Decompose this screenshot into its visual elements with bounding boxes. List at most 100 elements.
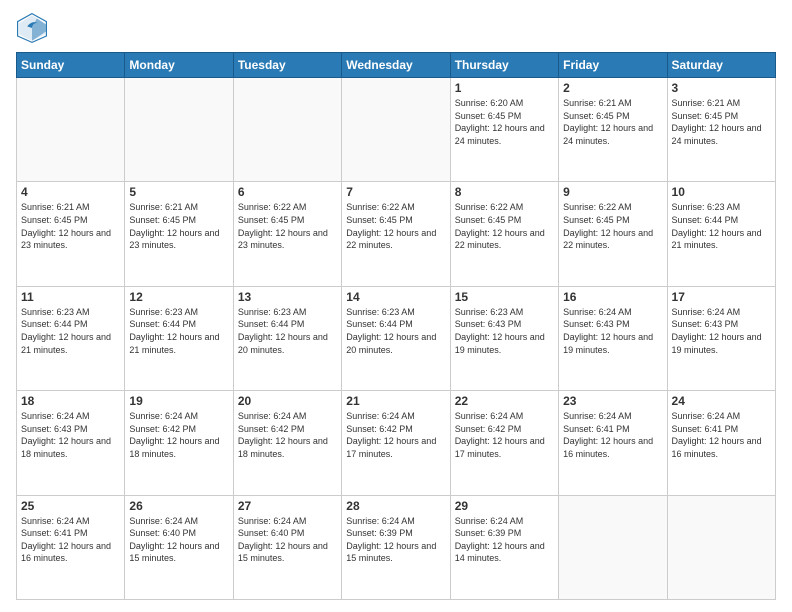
day-info: Sunrise: 6:24 AM Sunset: 6:41 PM Dayligh… (672, 410, 771, 460)
day-number: 7 (346, 185, 445, 199)
day-number: 9 (563, 185, 662, 199)
day-number: 11 (21, 290, 120, 304)
header (16, 12, 776, 44)
day-cell: 14 Sunrise: 6:23 AM Sunset: 6:44 PM Dayli… (342, 286, 450, 390)
day-cell: 23 Sunrise: 6:24 AM Sunset: 6:41 PM Dayli… (559, 391, 667, 495)
day-cell: 29Sunrise: 6:24 AM Sunset: 6:39 PM Dayli… (450, 495, 558, 599)
day-cell: 19 Sunrise: 6:24 AM Sunset: 6:42 PM Dayli… (125, 391, 233, 495)
week-row-3: 11 Sunrise: 6:23 AM Sunset: 6:44 PM Dayli… (17, 286, 776, 390)
day-cell: 4Sunrise: 6:21 AM Sunset: 6:45 PM Daylig… (17, 182, 125, 286)
day-cell: 17 Sunrise: 6:24 AM Sunset: 6:43 PM Dayli… (667, 286, 775, 390)
day-info: Sunrise: 6:21 AM Sunset: 6:45 PM Dayligh… (563, 97, 662, 147)
day-info: Sunrise: 6:23 AM Sunset: 6:44 PM Dayligh… (238, 306, 337, 356)
week-row-1: 1Sunrise: 6:20 AM Sunset: 6:45 PM Daylig… (17, 78, 776, 182)
week-row-4: 18Sunrise: 6:24 AM Sunset: 6:43 PM Dayli… (17, 391, 776, 495)
day-cell: 8 Sunrise: 6:22 AM Sunset: 6:45 PM Daylig… (450, 182, 558, 286)
day-info: Sunrise: 6:24 AM Sunset: 6:41 PM Dayligh… (21, 515, 120, 565)
day-number: 15 (455, 290, 554, 304)
day-cell: 2 Sunrise: 6:21 AM Sunset: 6:45 PM Daylig… (559, 78, 667, 182)
calendar-table: SundayMondayTuesdayWednesdayThursdayFrid… (16, 52, 776, 600)
day-info: Sunrise: 6:21 AM Sunset: 6:45 PM Dayligh… (672, 97, 771, 147)
day-info: Sunrise: 6:23 AM Sunset: 6:44 PM Dayligh… (346, 306, 445, 356)
day-number: 27 (238, 499, 337, 513)
day-number: 5 (129, 185, 228, 199)
logo (16, 12, 52, 44)
day-number: 3 (672, 81, 771, 95)
day-cell: 5 Sunrise: 6:21 AM Sunset: 6:45 PM Daylig… (125, 182, 233, 286)
day-cell: 27Sunrise: 6:24 AM Sunset: 6:40 PM Dayli… (233, 495, 341, 599)
day-number: 1 (455, 81, 554, 95)
day-info: Sunrise: 6:24 AM Sunset: 6:40 PM Dayligh… (129, 515, 228, 565)
day-number: 12 (129, 290, 228, 304)
weekday-header-row: SundayMondayTuesdayWednesdayThursdayFrid… (17, 53, 776, 78)
day-cell (233, 78, 341, 182)
day-info: Sunrise: 6:24 AM Sunset: 6:39 PM Dayligh… (346, 515, 445, 565)
day-number: 10 (672, 185, 771, 199)
weekday-saturday: Saturday (667, 53, 775, 78)
day-cell (17, 78, 125, 182)
day-cell: 25Sunrise: 6:24 AM Sunset: 6:41 PM Dayli… (17, 495, 125, 599)
logo-icon (16, 12, 48, 44)
day-cell: 9 Sunrise: 6:22 AM Sunset: 6:45 PM Daylig… (559, 182, 667, 286)
weekday-monday: Monday (125, 53, 233, 78)
day-cell (342, 78, 450, 182)
day-number: 16 (563, 290, 662, 304)
weekday-friday: Friday (559, 53, 667, 78)
page: SundayMondayTuesdayWednesdayThursdayFrid… (0, 0, 792, 612)
day-info: Sunrise: 6:22 AM Sunset: 6:45 PM Dayligh… (563, 201, 662, 251)
day-info: Sunrise: 6:24 AM Sunset: 6:42 PM Dayligh… (129, 410, 228, 460)
day-cell: 3 Sunrise: 6:21 AM Sunset: 6:45 PM Daylig… (667, 78, 775, 182)
day-cell: 26 Sunrise: 6:24 AM Sunset: 6:40 PM Dayli… (125, 495, 233, 599)
day-cell: 16 Sunrise: 6:24 AM Sunset: 6:43 PM Dayli… (559, 286, 667, 390)
day-info: Sunrise: 6:24 AM Sunset: 6:39 PM Dayligh… (455, 515, 554, 565)
day-info: Sunrise: 6:22 AM Sunset: 6:45 PM Dayligh… (238, 201, 337, 251)
day-cell: 28 Sunrise: 6:24 AM Sunset: 6:39 PM Dayli… (342, 495, 450, 599)
day-info: Sunrise: 6:23 AM Sunset: 6:44 PM Dayligh… (129, 306, 228, 356)
day-number: 21 (346, 394, 445, 408)
day-number: 24 (672, 394, 771, 408)
day-cell: 22 Sunrise: 6:24 AM Sunset: 6:42 PM Dayli… (450, 391, 558, 495)
day-cell (125, 78, 233, 182)
day-number: 14 (346, 290, 445, 304)
day-number: 26 (129, 499, 228, 513)
day-number: 23 (563, 394, 662, 408)
day-cell: 11 Sunrise: 6:23 AM Sunset: 6:44 PM Dayli… (17, 286, 125, 390)
day-info: Sunrise: 6:24 AM Sunset: 6:43 PM Dayligh… (672, 306, 771, 356)
day-cell: 6 Sunrise: 6:22 AM Sunset: 6:45 PM Daylig… (233, 182, 341, 286)
day-number: 6 (238, 185, 337, 199)
day-info: Sunrise: 6:24 AM Sunset: 6:43 PM Dayligh… (563, 306, 662, 356)
weekday-sunday: Sunday (17, 53, 125, 78)
day-number: 8 (455, 185, 554, 199)
day-cell: 10 Sunrise: 6:23 AM Sunset: 6:44 PM Dayli… (667, 182, 775, 286)
weekday-wednesday: Wednesday (342, 53, 450, 78)
day-info: Sunrise: 6:23 AM Sunset: 6:43 PM Dayligh… (455, 306, 554, 356)
day-info: Sunrise: 6:21 AM Sunset: 6:45 PM Dayligh… (21, 201, 120, 251)
week-row-2: 4Sunrise: 6:21 AM Sunset: 6:45 PM Daylig… (17, 182, 776, 286)
day-cell: 12 Sunrise: 6:23 AM Sunset: 6:44 PM Dayli… (125, 286, 233, 390)
day-cell: 24 Sunrise: 6:24 AM Sunset: 6:41 PM Dayli… (667, 391, 775, 495)
day-number: 17 (672, 290, 771, 304)
day-info: Sunrise: 6:24 AM Sunset: 6:42 PM Dayligh… (455, 410, 554, 460)
day-info: Sunrise: 6:24 AM Sunset: 6:43 PM Dayligh… (21, 410, 120, 460)
day-cell: 15 Sunrise: 6:23 AM Sunset: 6:43 PM Dayli… (450, 286, 558, 390)
day-cell: 7 Sunrise: 6:22 AM Sunset: 6:45 PM Daylig… (342, 182, 450, 286)
week-row-5: 25Sunrise: 6:24 AM Sunset: 6:41 PM Dayli… (17, 495, 776, 599)
day-number: 28 (346, 499, 445, 513)
weekday-thursday: Thursday (450, 53, 558, 78)
day-info: Sunrise: 6:22 AM Sunset: 6:45 PM Dayligh… (346, 201, 445, 251)
day-number: 13 (238, 290, 337, 304)
day-cell: 21 Sunrise: 6:24 AM Sunset: 6:42 PM Dayli… (342, 391, 450, 495)
day-number: 20 (238, 394, 337, 408)
day-info: Sunrise: 6:24 AM Sunset: 6:41 PM Dayligh… (563, 410, 662, 460)
day-number: 2 (563, 81, 662, 95)
day-number: 19 (129, 394, 228, 408)
day-info: Sunrise: 6:21 AM Sunset: 6:45 PM Dayligh… (129, 201, 228, 251)
day-cell (667, 495, 775, 599)
day-cell (559, 495, 667, 599)
day-info: Sunrise: 6:22 AM Sunset: 6:45 PM Dayligh… (455, 201, 554, 251)
day-cell: 20Sunrise: 6:24 AM Sunset: 6:42 PM Dayli… (233, 391, 341, 495)
day-info: Sunrise: 6:23 AM Sunset: 6:44 PM Dayligh… (672, 201, 771, 251)
day-number: 22 (455, 394, 554, 408)
day-info: Sunrise: 6:24 AM Sunset: 6:42 PM Dayligh… (346, 410, 445, 460)
day-info: Sunrise: 6:23 AM Sunset: 6:44 PM Dayligh… (21, 306, 120, 356)
